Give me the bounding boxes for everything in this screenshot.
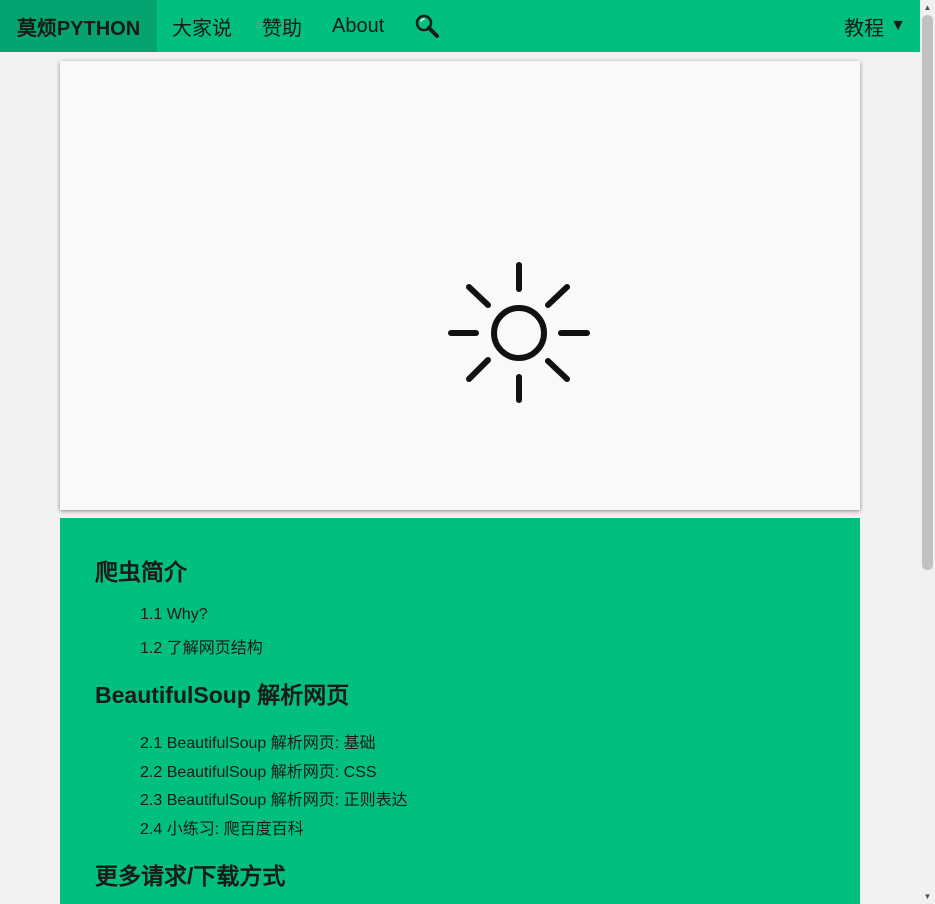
nav-link-sponsor[interactable]: 赞助 (262, 0, 317, 52)
toc-item[interactable]: 2.4 小练习: 爬百度百科 (140, 815, 304, 839)
scrollbar-thumb[interactable] (922, 15, 933, 570)
toc-item[interactable]: 1.1 Why? (140, 606, 208, 624)
toc-section-title[interactable]: 更多请求/下载方式 (95, 857, 285, 891)
brand-logo-link[interactable]: 莫烦PYTHON (0, 0, 157, 52)
scroll-down-arrow-icon[interactable]: ▼ (920, 889, 935, 904)
hero-image-panel (60, 61, 860, 510)
table-of-contents: 爬虫简介 1.1 Why? 1.2 了解网页结构 BeautifulSoup 解… (60, 518, 860, 904)
toc-item[interactable]: 2.1 BeautifulSoup 解析网页: 基础 (140, 729, 376, 753)
toc-item[interactable]: 1.2 了解网页结构 (140, 634, 263, 658)
toc-section-title[interactable]: 爬虫简介 (95, 553, 187, 587)
toc-item[interactable]: 2.3 BeautifulSoup 解析网页: 正则表达 (140, 786, 408, 810)
toc-section-title[interactable]: BeautifulSoup 解析网页 (95, 676, 349, 710)
nav-link-comments[interactable]: 大家说 (172, 0, 247, 52)
search-icon[interactable] (413, 12, 441, 40)
chevron-down-icon: ▼ (890, 17, 906, 34)
toc-item[interactable]: 2.2 BeautifulSoup 解析网页: CSS (140, 758, 377, 782)
tutorial-dropdown[interactable]: 教程 ▼ (844, 0, 906, 52)
tutorial-label: 教程 (844, 17, 885, 40)
sun-icon (448, 262, 590, 403)
scroll-up-arrow-icon[interactable]: ▲ (920, 0, 935, 15)
top-navbar: 莫烦PYTHON 大家说 赞助 About 教程 ▼ (0, 0, 920, 52)
nav-link-about[interactable]: About (332, 0, 399, 52)
page-scrollbar[interactable]: ▲ ▼ (920, 0, 935, 904)
